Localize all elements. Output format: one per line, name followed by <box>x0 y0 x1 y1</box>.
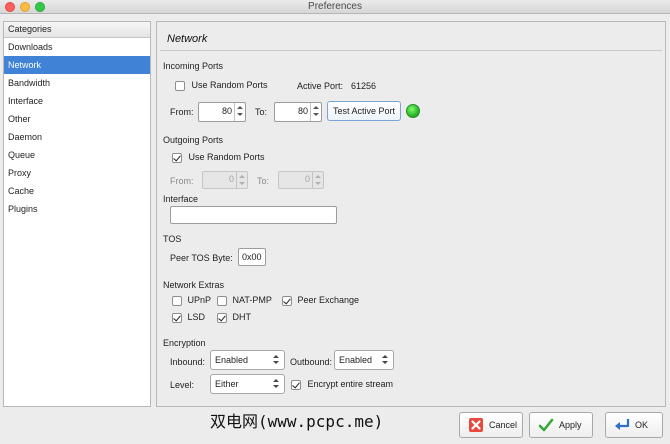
level-select[interactable]: Either <box>210 374 285 394</box>
peer-tos-input[interactable]: 0x00 <box>238 248 266 266</box>
encrypt-stream-row: Encrypt entire stream <box>291 379 393 390</box>
incoming-from-value: 80 <box>221 106 232 116</box>
inbound-label: Inbound: <box>170 357 206 367</box>
sidebar-item-queue[interactable]: Queue <box>4 146 150 164</box>
watermark-text: 双电网(www.pcpc.me) <box>210 412 384 431</box>
outgoing-to-arrows-icon[interactable] <box>312 172 323 188</box>
cancel-label: Cancel <box>489 420 518 430</box>
outgoing-to-stepper[interactable]: 0 <box>278 171 324 189</box>
sidebar-item-bandwidth[interactable]: Bandwidth <box>4 74 150 92</box>
incoming-to-value: 80 <box>297 106 308 116</box>
inbound-select[interactable]: Enabled <box>210 350 285 370</box>
window-title: Preferences <box>308 1 362 12</box>
dht-checkbox[interactable] <box>217 312 227 323</box>
outbound-select[interactable]: Enabled <box>334 350 394 370</box>
interface-heading: Interface <box>163 194 199 204</box>
sidebar-item-cache[interactable]: Cache <box>4 182 150 200</box>
cancel-x-icon <box>469 418 483 432</box>
apply-check-icon <box>538 418 554 432</box>
inbound-chevron-icon <box>273 355 281 366</box>
incoming-to-stepper[interactable]: 80 <box>274 102 322 122</box>
outgoing-random-ports-checkbox[interactable] <box>172 152 182 163</box>
outgoing-from-value: 0 <box>228 174 234 184</box>
incoming-from-label: From: <box>170 107 194 117</box>
test-active-port-button[interactable]: Test Active Port <box>327 101 401 121</box>
outgoing-random-ports-row: Use Random Ports <box>172 152 265 163</box>
categories-sidebar: Categories Downloads Network Bandwidth I… <box>3 21 151 407</box>
ok-button[interactable]: OK <box>605 412 663 438</box>
sidebar-item-downloads[interactable]: Downloads <box>4 38 150 56</box>
encrypt-stream-label: Encrypt entire stream <box>307 379 394 389</box>
outgoing-from-arrows-icon[interactable] <box>236 172 247 188</box>
ok-enter-arrow-icon <box>615 419 630 430</box>
incoming-ports-heading: Incoming Ports <box>163 61 224 71</box>
categories-header: Categories <box>4 22 150 38</box>
lsd-row: LSD <box>172 312 205 323</box>
active-port-value: 61256 <box>351 81 377 91</box>
peer-tos-label: Peer TOS Byte: <box>170 253 233 263</box>
title-divider <box>160 50 662 51</box>
upnp-row: UPnP <box>172 295 211 306</box>
natpmp-label: NAT-PMP <box>232 295 272 305</box>
sidebar-item-other[interactable]: Other <box>4 110 150 128</box>
network-extras-heading: Network Extras <box>163 280 225 290</box>
interface-input[interactable] <box>170 206 337 224</box>
apply-button[interactable]: Apply <box>529 412 593 438</box>
outbound-value: Enabled <box>339 355 373 365</box>
peer-exchange-row: Peer Exchange <box>282 295 359 306</box>
encrypt-stream-checkbox[interactable] <box>291 379 301 390</box>
level-label: Level: <box>170 380 195 390</box>
network-settings-panel: Network Incoming Ports Use Random Ports … <box>156 21 666 407</box>
sidebar-item-interface[interactable]: Interface <box>4 92 150 110</box>
title-bar: Preferences <box>0 0 670 14</box>
apply-label: Apply <box>559 420 582 430</box>
outgoing-random-ports-label: Use Random Ports <box>188 152 265 162</box>
outgoing-ports-heading: Outgoing Ports <box>163 135 224 145</box>
outbound-chevron-icon <box>382 355 390 366</box>
upnp-checkbox[interactable] <box>172 295 182 306</box>
level-value: Either <box>215 379 239 389</box>
upnp-label: UPnP <box>187 295 212 305</box>
natpmp-checkbox[interactable] <box>217 295 227 306</box>
sidebar-item-daemon[interactable]: Daemon <box>4 128 150 146</box>
incoming-random-ports-row: Use Random Ports <box>175 80 268 91</box>
outgoing-to-label: To: <box>257 176 270 186</box>
lsd-checkbox[interactable] <box>172 312 182 323</box>
port-status-indicator-icon <box>406 104 420 118</box>
outgoing-from-label: From: <box>170 176 194 186</box>
incoming-to-label: To: <box>255 107 268 117</box>
outbound-label: Outbound: <box>290 357 333 367</box>
cancel-button[interactable]: Cancel <box>459 412 523 438</box>
peer-exchange-label: Peer Exchange <box>297 295 360 305</box>
incoming-random-ports-checkbox[interactable] <box>175 80 185 91</box>
natpmp-row: NAT-PMP <box>217 295 272 306</box>
sidebar-item-plugins[interactable]: Plugins <box>4 200 150 218</box>
inbound-value: Enabled <box>215 355 249 365</box>
incoming-random-ports-label: Use Random Ports <box>191 80 268 90</box>
level-chevron-icon <box>273 379 281 390</box>
outgoing-from-stepper[interactable]: 0 <box>202 171 248 189</box>
encryption-heading: Encryption <box>163 338 206 348</box>
sidebar-item-network[interactable]: Network <box>4 56 150 74</box>
outgoing-to-value: 0 <box>304 174 310 184</box>
active-port-label: Active Port: <box>297 81 344 91</box>
panel-title: Network <box>167 33 208 45</box>
incoming-from-arrows-icon[interactable] <box>234 103 245 121</box>
sidebar-item-proxy[interactable]: Proxy <box>4 164 150 182</box>
dht-row: DHT <box>217 312 251 323</box>
peer-exchange-checkbox[interactable] <box>282 295 292 306</box>
lsd-label: LSD <box>187 312 206 322</box>
dht-label: DHT <box>232 312 252 322</box>
tos-heading: TOS <box>163 234 182 244</box>
incoming-from-stepper[interactable]: 80 <box>198 102 246 122</box>
incoming-to-arrows-icon[interactable] <box>310 103 321 121</box>
ok-label: OK <box>635 420 649 430</box>
